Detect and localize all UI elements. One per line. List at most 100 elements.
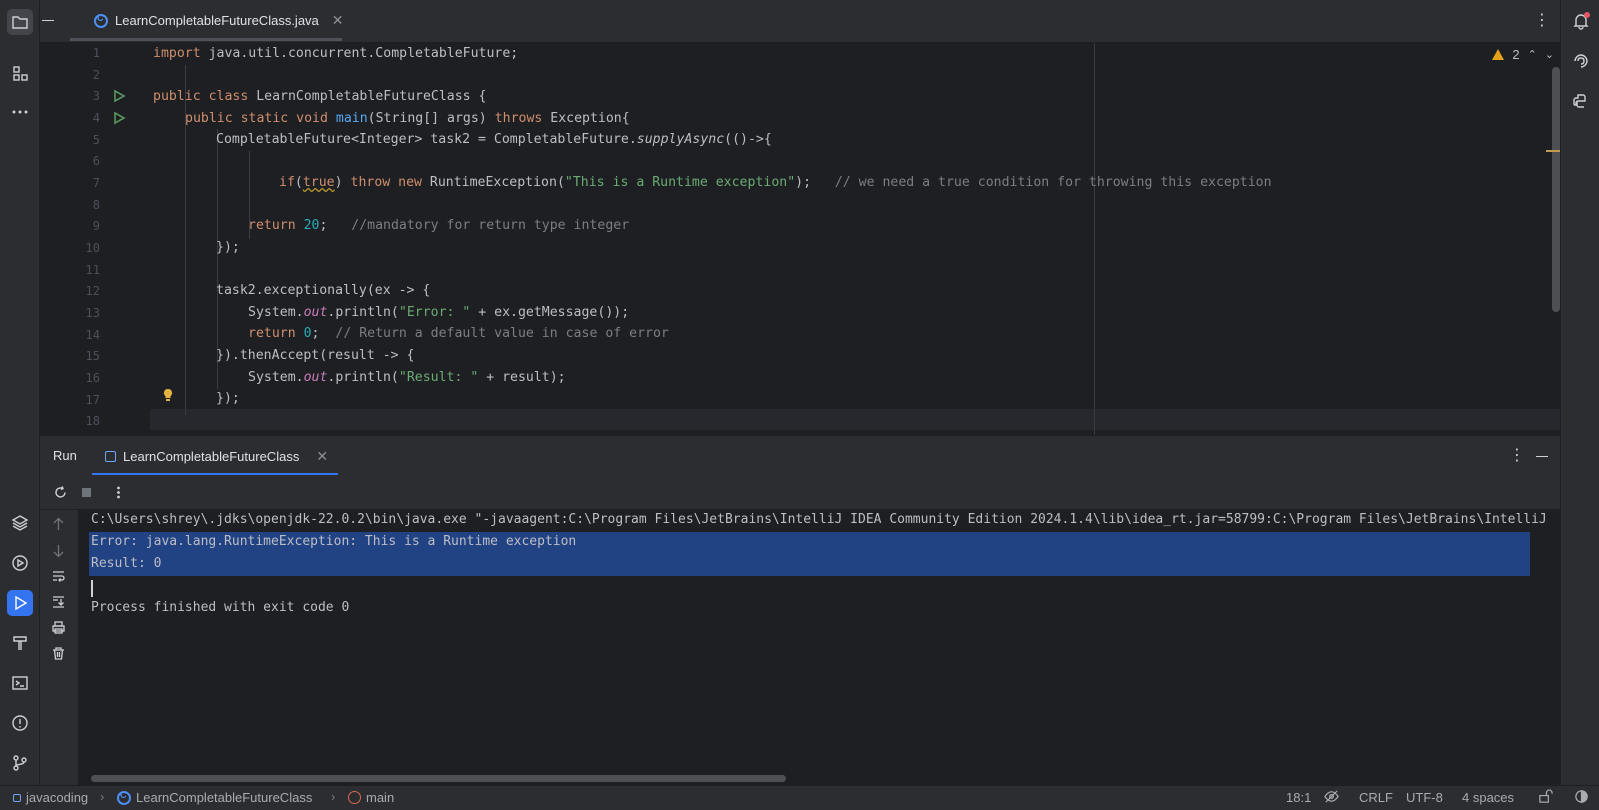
caret-position[interactable]: 18:1 bbox=[1286, 790, 1311, 805]
scroll-to-end-icon[interactable] bbox=[51, 594, 67, 610]
no-eye-icon[interactable] bbox=[1324, 789, 1339, 807]
python-console-icon[interactable] bbox=[1568, 88, 1594, 114]
run-options-menu-icon[interactable]: ⋮ bbox=[1509, 445, 1525, 465]
run-config-tab[interactable]: LearnCompletableFutureClass ✕ bbox=[92, 436, 338, 476]
line-number: 12 bbox=[85, 284, 100, 298]
breadcrumb-project[interactable]: javacoding bbox=[13, 790, 88, 805]
line-number: 7 bbox=[92, 176, 100, 190]
breadcrumb-method[interactable]: main bbox=[348, 790, 394, 805]
console-horizontal-scrollbar[interactable] bbox=[91, 775, 786, 782]
code-line-4: public static void main(String[] args) t… bbox=[185, 111, 630, 126]
line-number: 14 bbox=[85, 328, 100, 342]
line-separator[interactable]: CRLF bbox=[1359, 790, 1393, 805]
code-line-3: public class LearnCompletableFutureClass… bbox=[153, 89, 487, 104]
breadcrumb-project-label: javacoding bbox=[26, 790, 89, 805]
text-caret bbox=[91, 580, 93, 597]
arrow-down-icon[interactable] bbox=[51, 543, 67, 559]
code-line-16: System.out.println("Result: " + result); bbox=[248, 370, 566, 385]
breadcrumb-chevron-icon: › bbox=[331, 789, 336, 804]
chevron-down-icon[interactable]: ⌄ bbox=[1545, 48, 1554, 61]
line-number: 10 bbox=[85, 241, 100, 255]
editor-tab-label: LearnCompletableFutureClass.java bbox=[115, 13, 319, 28]
line-number: 13 bbox=[85, 306, 100, 320]
code-line-7: if(true) throw new RuntimeException("Thi… bbox=[279, 175, 1272, 190]
run-tool-icon[interactable] bbox=[7, 590, 33, 616]
editor-vertical-scrollbar[interactable] bbox=[1552, 67, 1560, 312]
services-icon[interactable] bbox=[7, 550, 33, 576]
problems-icon[interactable] bbox=[7, 710, 33, 736]
arrow-up-icon[interactable] bbox=[51, 517, 67, 533]
stop-icon[interactable] bbox=[77, 483, 95, 501]
breadcrumb-class[interactable]: LearnCompletableFutureClass bbox=[117, 790, 312, 805]
close-run-tab-icon[interactable]: ✕ bbox=[316, 448, 328, 465]
minimize-icon[interactable] bbox=[42, 20, 54, 21]
code-editor[interactable]: 1 2 3 4 5 6 7 8 9 10 11 12 13 14 15 16 1… bbox=[40, 43, 1560, 435]
breadcrumb-method-label: main bbox=[366, 790, 395, 805]
breadcrumb-class-label: LearnCompletableFutureClass bbox=[136, 790, 313, 805]
more-tools-icon[interactable] bbox=[7, 99, 33, 125]
notification-dot bbox=[1584, 12, 1590, 18]
code-line-14: return 0; // Return a default value in c… bbox=[248, 326, 669, 341]
breadcrumb-chevron-icon: › bbox=[100, 789, 105, 804]
left-tool-strip bbox=[0, 0, 40, 785]
hide-run-window-icon[interactable] bbox=[1536, 456, 1548, 457]
soft-wrap-icon[interactable] bbox=[51, 569, 67, 585]
terminal-icon[interactable] bbox=[7, 670, 33, 696]
line-number: 2 bbox=[92, 68, 100, 82]
run-class-gutter-icon[interactable] bbox=[112, 89, 126, 103]
line-number: 1 bbox=[92, 46, 100, 60]
line-number: 9 bbox=[92, 219, 100, 233]
console-output[interactable]: C:\Users\shrey\.jdks\openjdk-22.0.2\bin\… bbox=[79, 510, 1560, 785]
line-number: 6 bbox=[92, 154, 100, 168]
editor-tab-bar: LearnCompletableFutureClass.java ✕ ⋮ bbox=[40, 0, 1560, 43]
run-toolbar bbox=[40, 475, 1560, 510]
code-line-13: System.out.println("Error: " + ex.getMes… bbox=[248, 305, 630, 320]
chevron-up-icon[interactable]: ⌃ bbox=[1528, 48, 1537, 61]
right-tool-strip bbox=[1560, 0, 1599, 785]
run-window-title: Run bbox=[53, 448, 77, 463]
code-line-12: task2.exceptionally(ex -> { bbox=[216, 283, 431, 298]
structure-icon[interactable] bbox=[7, 60, 33, 86]
editor-options-menu-icon[interactable]: ⋮ bbox=[1534, 10, 1550, 30]
active-tab-indicator bbox=[70, 38, 342, 41]
code-area[interactable]: import java.util.concurrent.CompletableF… bbox=[153, 43, 1530, 435]
line-number: 15 bbox=[85, 349, 100, 363]
git-branch-icon[interactable] bbox=[7, 750, 33, 776]
line-number: 8 bbox=[92, 198, 100, 212]
code-line-1: import java.util.concurrent.CompletableF… bbox=[153, 46, 519, 61]
console-exit-line: Process finished with exit code 0 bbox=[91, 600, 350, 615]
ai-assistant-icon[interactable] bbox=[1568, 48, 1594, 74]
line-number: 3 bbox=[92, 89, 100, 103]
editor-tab-file[interactable]: LearnCompletableFutureClass.java ✕ bbox=[82, 0, 354, 41]
lock-icon[interactable] bbox=[1538, 789, 1553, 807]
layers-icon[interactable] bbox=[7, 510, 33, 536]
line-number: 4 bbox=[92, 111, 100, 125]
rerun-icon[interactable] bbox=[51, 483, 69, 501]
run-tool-window-header: Run LearnCompletableFutureClass ✕ ⋮ bbox=[40, 435, 1560, 476]
line-number: 5 bbox=[92, 133, 100, 147]
console-command-line: C:\Users\shrey\.jdks\openjdk-22.0.2\bin\… bbox=[91, 512, 1547, 527]
java-class-icon bbox=[94, 13, 108, 28]
status-bar: javacoding › LearnCompletableFutureClass… bbox=[0, 785, 1599, 810]
notifications-bell-icon[interactable] bbox=[1568, 8, 1594, 34]
close-tab-icon[interactable]: ✕ bbox=[332, 12, 344, 29]
line-number: 17 bbox=[85, 393, 100, 407]
indent-setting[interactable]: 4 spaces bbox=[1462, 790, 1514, 805]
warning-stripe-marker[interactable] bbox=[1546, 150, 1560, 152]
memory-indicator-icon[interactable] bbox=[1574, 789, 1589, 807]
warning-count: 2 bbox=[1512, 47, 1520, 62]
more-actions-icon[interactable] bbox=[109, 483, 127, 501]
file-encoding[interactable]: UTF-8 bbox=[1406, 790, 1443, 805]
module-icon bbox=[13, 793, 21, 802]
code-line-17: }); bbox=[216, 391, 240, 406]
project-folder-icon[interactable] bbox=[7, 9, 33, 35]
print-icon[interactable] bbox=[51, 620, 67, 636]
run-tab-label: LearnCompletableFutureClass bbox=[123, 448, 300, 464]
run-main-gutter-icon[interactable] bbox=[112, 111, 126, 125]
build-hammer-icon[interactable] bbox=[7, 630, 33, 656]
line-number: 11 bbox=[85, 263, 100, 277]
application-icon bbox=[105, 450, 116, 462]
clear-trash-icon[interactable] bbox=[51, 646, 67, 662]
code-line-10: }); bbox=[216, 240, 240, 255]
inspection-widget[interactable]: 2 ⌃ ⌄ bbox=[1492, 47, 1554, 62]
